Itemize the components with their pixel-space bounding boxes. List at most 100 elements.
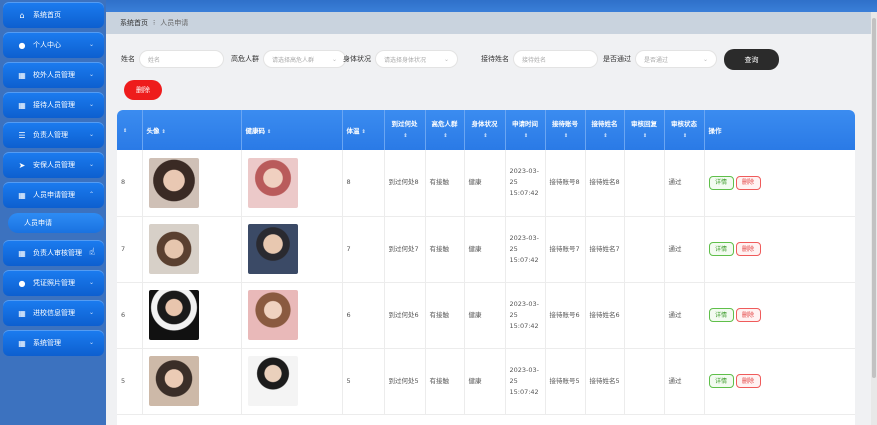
sidebar-item-label: 负责人管理 (33, 131, 68, 139)
col-host[interactable]: 接待姓名 ⇕ (585, 110, 625, 150)
col-reply[interactable]: 审核回复 ⇕ (624, 110, 665, 150)
health-code-image[interactable] (247, 224, 298, 274)
health-code-image[interactable] (247, 157, 298, 208)
health-code-image[interactable] (247, 290, 298, 340)
sidebar-item-label: 进校信息管理 (33, 309, 75, 317)
sidebar-item-security[interactable]: ➤ 安保人员管理 ⌄ (3, 152, 104, 178)
table-row[interactable]: 5 5 到过何处5 有接触 健康 2023-03-25 15:07:42 接待账… (117, 348, 855, 415)
chevron-up-icon: ⌃ (88, 191, 94, 198)
host-cell: 接待姓名7 (585, 216, 625, 283)
table-row[interactable]: 6 6 到过何处6 有接触 健康 2023-03-25 15:07:42 接待账… (117, 282, 855, 349)
crowd-cell: 有接触 (425, 150, 465, 217)
detail-button[interactable]: 详情 (708, 175, 734, 190)
sidebar-item-managers[interactable]: ☰ 负责人管理 ⌄ (3, 122, 104, 148)
health-code-image[interactable] (247, 356, 298, 406)
data-table: ⇕ 头像 ⇕ 健康码 ⇕ 体温 ⇕ 到过何处 ⇕ 高危人群 ⇕ 身体状况 ⇕ 申请时间 ⇕ 接… (117, 110, 855, 425)
name-input[interactable]: 姓名 (139, 50, 224, 68)
sidebar-item-label: 凭证照片管理 (33, 279, 75, 287)
delete-button[interactable]: 删除 (735, 308, 761, 322)
actions-cell: 详情 删除 (704, 348, 855, 415)
sidebar-item-profile[interactable]: ● 个人中心 ⌄ (3, 32, 104, 58)
row-index: 5 (117, 348, 143, 415)
detail-button[interactable]: 详情 (708, 242, 734, 256)
detail-button[interactable]: 详情 (708, 308, 734, 322)
breadcrumb-home[interactable]: 系统首页 (120, 18, 148, 28)
grid-icon: ▦ (18, 190, 26, 200)
sidebar-item-label: 系统首页 (33, 11, 61, 19)
temperature-cell: 5 (342, 348, 385, 415)
temperature-cell: 6 (342, 282, 385, 349)
breadcrumb: 系统首页 ⁝ 人员申请 (106, 12, 871, 34)
sidebar-item-system[interactable]: ▦ 系统管理 ⌄ (3, 330, 104, 356)
sidebar-item-photos[interactable]: ● 凭证照片管理 ⌄ (3, 270, 104, 296)
col-checkbox[interactable]: ⇕ (117, 110, 143, 150)
host-input[interactable]: 接待姓名 (513, 50, 598, 68)
col-health-code[interactable]: 健康码 ⇕ (241, 110, 343, 150)
grid-icon: ▦ (18, 100, 26, 110)
pass-select[interactable]: 是否通过 ⌄ (635, 50, 717, 68)
health-select[interactable]: 请选择身体状况 ⌄ (375, 50, 458, 68)
vertical-scrollbar[interactable] (871, 12, 877, 425)
host-search: 接待姓名 接待姓名 (481, 50, 598, 68)
sort-icon: ⇕ (361, 129, 366, 135)
account-cell: 接待账号7 (545, 216, 586, 283)
place-cell: 到过何处5 (384, 348, 426, 415)
crowd-search: 高危人群 请选择高危人群 ⌄ (231, 50, 346, 68)
sidebar-item-entry[interactable]: ▦ 进校信息管理 ⌄ (3, 300, 104, 326)
sort-icon: ⇕ (642, 132, 648, 139)
avatar-image[interactable] (148, 290, 199, 340)
col-actions: 操作 (704, 110, 855, 150)
user-icon: ● (18, 40, 26, 50)
actions-cell: 详情 删除 (704, 150, 855, 217)
chevron-down-icon: ⌄ (88, 161, 94, 168)
sort-icon: ⇕ (123, 128, 128, 134)
user-icon: ● (18, 278, 26, 288)
col-status[interactable]: 审核状态 ⇕ (664, 110, 705, 150)
delete-button[interactable]: 删除 (735, 374, 761, 388)
batch-delete-button[interactable]: 删除 (124, 80, 162, 100)
delete-button[interactable]: 删除 (735, 175, 761, 190)
crowd-cell: 有接触 (425, 282, 465, 349)
avatar-image[interactable] (148, 356, 199, 406)
delete-button[interactable]: 删除 (735, 242, 761, 256)
chevron-down-icon: ⌄ (88, 309, 94, 316)
col-health[interactable]: 身体状况 ⇕ (464, 110, 506, 150)
sidebar-item-home[interactable]: ⌂ 系统首页 (3, 2, 104, 28)
col-time[interactable]: 申请时间 ⇕ (505, 110, 546, 150)
time-cell: 2023-03-25 15:07:42 (505, 282, 546, 349)
host-cell: 接待姓名5 (585, 348, 625, 415)
breadcrumb-separator: ⁝ (153, 19, 156, 27)
grid-icon: ▦ (18, 338, 26, 348)
table-row[interactable]: 7 7 到过何处7 有接触 健康 2023-03-25 15:07:42 接待账… (117, 216, 855, 283)
actions-cell: 详情 删除 (704, 216, 855, 283)
sort-icon: ⇕ (603, 132, 608, 139)
crowd-cell: 有接触 (425, 348, 465, 415)
sidebar-subitem-application[interactable]: 人员申请 (8, 213, 104, 233)
time-cell: 2023-03-25 15:07:42 (505, 348, 546, 415)
col-account[interactable]: 接待账号 ⇕ (545, 110, 586, 150)
col-avatar[interactable]: 头像 ⇕ (142, 110, 242, 150)
sidebar-item-label: 个人中心 (33, 41, 61, 49)
avatar-image[interactable] (148, 224, 199, 274)
health-search: 身体状况 请选择身体状况 ⌄ (343, 50, 458, 68)
scrollbar-thumb[interactable] (872, 18, 876, 378)
col-temperature[interactable]: 体温 ⇕ (342, 110, 385, 150)
sidebar-item-hosts[interactable]: ▦ 接待人员管理 ⌄ (3, 92, 104, 118)
col-place[interactable]: 到过何处 ⇕ (384, 110, 426, 150)
detail-button[interactable]: 详情 (708, 374, 734, 388)
grid-icon: ▦ (18, 308, 26, 318)
sidebar-item-visitors[interactable]: ▦ 校外人员管理 ⌄ (3, 62, 104, 88)
sidebar-item-label: 人员申请 (24, 219, 52, 227)
avatar-cell (142, 348, 242, 415)
avatar-image[interactable] (148, 157, 199, 208)
health-cell: 健康 (464, 348, 506, 415)
name-search: 姓名 姓名 (121, 50, 224, 68)
sidebar-item-applications[interactable]: ▦ 人员申请管理 ⌃ (3, 182, 104, 208)
col-crowd[interactable]: 高危人群 ⇕ (425, 110, 465, 150)
list-icon: ☰ (18, 130, 26, 140)
home-icon: ⌂ (19, 10, 25, 20)
query-button[interactable]: 查询 (724, 49, 779, 70)
pass-label: 是否通过 (603, 55, 631, 63)
table-row[interactable]: 8 8 到过何处8 有接触 健康 2023-03-25 15:07:42 接待账… (117, 150, 855, 217)
crowd-select[interactable]: 请选择高危人群 ⌄ (263, 50, 346, 68)
